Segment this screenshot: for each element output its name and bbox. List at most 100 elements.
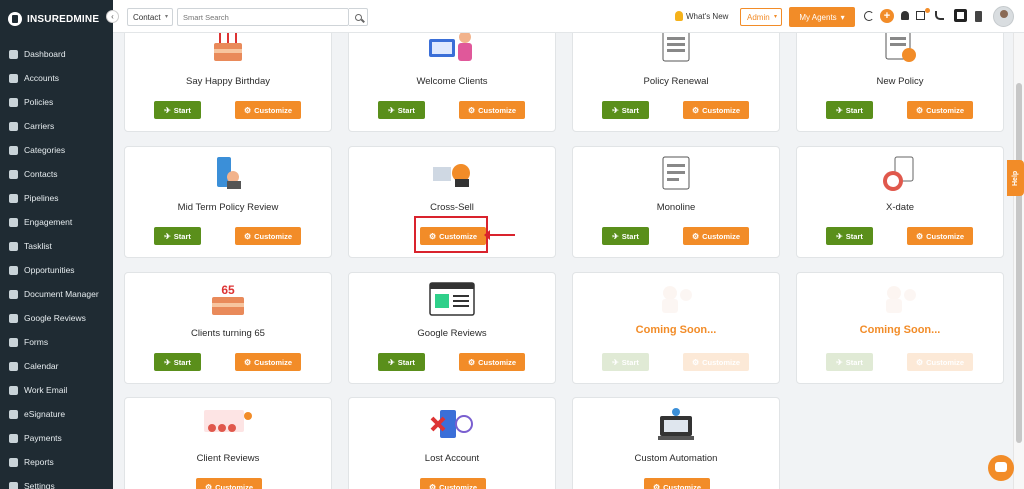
start-label: Start [845,231,863,241]
add-icon[interactable]: + [880,9,894,23]
tasklist-icon [9,241,18,251]
customize-button[interactable]: ⚙ Customize [235,227,301,245]
customize-button[interactable]: ⚙ Customize [235,101,301,119]
sidebar-item-label: Carriers [24,121,55,131]
sidebar-item-reports[interactable]: Reports [0,450,113,474]
automation-card: Mid Term Policy Review ✈ Start ⚙ Customize [124,146,332,258]
start-label: Start [845,357,863,367]
customize-button[interactable]: ⚙ Customize [459,101,525,119]
automation-card: Policy Renewal ✈ Start ⚙ Customize [572,33,780,132]
start-button[interactable]: ✈ Start [154,101,201,119]
sidebar-item-esignature[interactable]: eSignature [0,402,113,426]
brand[interactable]: INSUREDMINE [0,0,113,38]
search-button[interactable] [349,8,368,26]
whats-new-link[interactable]: What's New [675,11,728,21]
start-button[interactable]: ✈ Start [602,101,649,119]
automation-card: Coming Soon... ✈ Start ⚙ Customize [572,272,780,384]
start-button[interactable]: ✈ Start [154,227,201,245]
customize-button[interactable]: ⚙ Customize [907,227,973,245]
scroll-thumb[interactable] [1016,83,1022,443]
sidebar-item-payments[interactable]: Payments [0,426,113,450]
my-agents-button[interactable]: My Agents ▾ [789,7,855,27]
card-title: Custom Automation [634,453,718,464]
customize-button[interactable]: ⚙ Customize [459,353,525,371]
start-button[interactable]: ✈ Start [826,227,873,245]
sidebar-item-dashboard[interactable]: Dashboard [0,42,113,66]
client-reviews-icon [200,406,256,447]
customize-label: Customize [478,357,517,367]
automation-card: Lost Account ⚙ Customize [348,397,556,489]
rocket-icon: ✈ [164,357,171,367]
contact-type-select[interactable]: Contact ▾ [127,8,173,26]
chevron-down-icon: ▾ [773,14,777,20]
customize-label: Customize [215,482,254,489]
customize-button[interactable]: ⚙ Customize [420,478,486,489]
start-button[interactable]: ✈ Start [602,227,649,245]
customize-button[interactable]: ⚙ Customize [235,353,301,371]
engagement-icon [9,217,18,227]
customize-button[interactable]: ⚙ Customize [683,101,749,119]
card-title: Client Reviews [196,453,260,464]
card-title: Cross-Sell [430,202,474,213]
settings-sliders-icon: ⚙ [691,357,700,367]
sidebar-item-google-reviews[interactable]: Google Reviews [0,306,113,330]
start-button[interactable]: ✈ Start [378,353,425,371]
refresh-icon[interactable] [864,11,874,21]
whats-new-label: What's New [686,11,729,21]
sidebar-item-settings[interactable]: Settings [0,474,113,489]
scrollbar[interactable] [1013,33,1024,489]
sidebar-item-policies[interactable]: Policies [0,90,113,114]
dashboard-icon [9,49,18,59]
start-button[interactable]: ✈ Start [826,101,873,119]
sidebar-item-contacts[interactable]: Contacts [0,162,113,186]
smart-search-input[interactable] [177,8,349,26]
sidebar-item-tasklist[interactable]: Tasklist [0,234,113,258]
card-title: Google Reviews [417,328,487,339]
cross-sell-icon [429,155,475,196]
sidebar-item-label: Google Reviews [24,313,86,323]
rocket-icon: ✈ [388,357,395,367]
accounts-icon [9,73,18,83]
sidebar-item-engagement[interactable]: Engagement [0,210,113,234]
sidebar-item-label: Forms [24,337,49,347]
my-agents-label: My Agents [799,12,837,22]
start-button[interactable]: ✈ Start [378,101,425,119]
review-icon [211,155,245,196]
sidebar-item-document-manager[interactable]: Document Manager [0,282,113,306]
customize-button[interactable]: ⚙ Customize [683,227,749,245]
sidebar-item-carriers[interactable]: Carriers [0,114,113,138]
sidebar-collapse-button[interactable]: ‹ [106,10,119,23]
customize-label: Customize [439,482,478,489]
sidebar-item-categories[interactable]: Categories [0,138,113,162]
notification-icon[interactable] [916,11,925,20]
customize-button[interactable]: ⚙ Customize [644,478,710,489]
help-tab[interactable]: Help [1007,160,1024,196]
customize-button[interactable]: ⚙ Customize [196,478,262,489]
start-label: Start [397,105,415,115]
role-select[interactable]: Admin ▾ [740,8,782,26]
bell-icon[interactable] [901,11,909,20]
search-icon [354,13,362,21]
sidebar-item-work-email[interactable]: Work Email [0,378,113,402]
customize-label: Customize [926,357,965,367]
notification-dot [925,8,930,13]
sidebar-item-forms[interactable]: Forms [0,330,113,354]
sidebar-item-label: eSignature [24,409,66,419]
sidebar-item-opportunities[interactable]: Opportunities [0,258,113,282]
user-avatar[interactable] [993,6,1014,27]
rocket-icon: ✈ [612,105,619,115]
sidebar-item-calendar[interactable]: Calendar [0,354,113,378]
settings-sliders-icon: ⚙ [467,357,476,367]
start-button[interactable]: ✈ Start [154,353,201,371]
birthday-cake-icon [210,33,246,68]
card-title: Clients turning 65 [191,328,265,339]
sidebar-item-label: Calendar [24,361,59,371]
phone-icon[interactable] [935,11,944,20]
rocket-icon: ✈ [388,105,395,115]
sidebar-item-pipelines[interactable]: Pipelines [0,186,113,210]
chip-icon[interactable] [954,9,967,22]
sidebar-item-accounts[interactable]: Accounts [0,66,113,90]
chat-icon[interactable] [988,455,1014,481]
customize-button[interactable]: ⚙ Customize [907,101,973,119]
document-icon[interactable] [975,11,982,22]
